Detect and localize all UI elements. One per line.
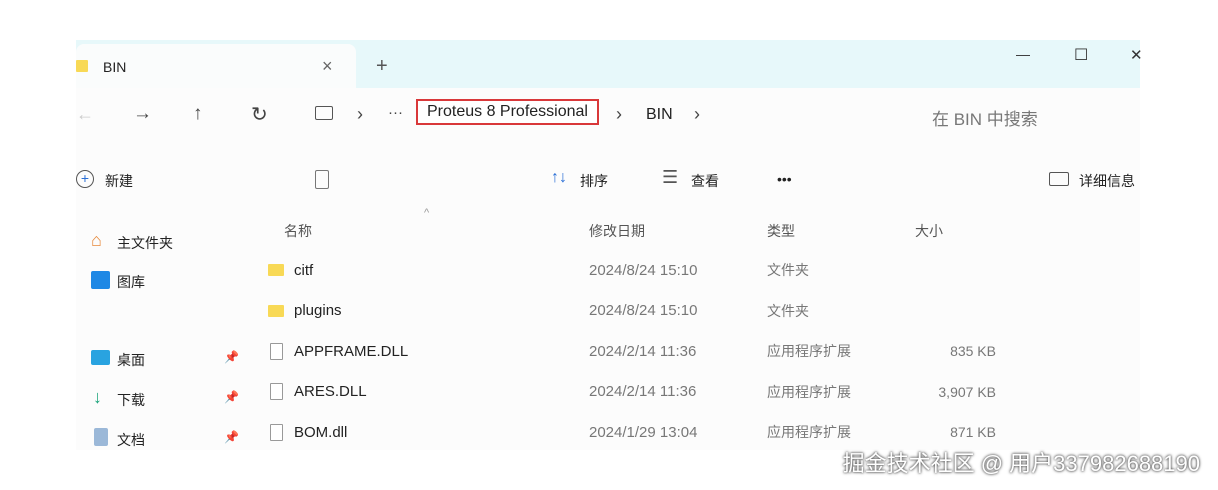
file-row[interactable]: APPFRAME.DLL 2024/2/14 11:36 应用程序扩展 835 KB (268, 339, 1008, 363)
column-header-size[interactable]: 大小 (915, 221, 943, 241)
folder-icon (268, 264, 284, 276)
dll-file-icon (270, 342, 283, 360)
minimize-button[interactable]: — (1016, 46, 1030, 62)
view-button[interactable]: 查看 (691, 171, 719, 191)
file-name: citf (294, 261, 314, 279)
column-header-type[interactable]: 类型 (767, 221, 795, 241)
file-date: 2024/1/29 13:04 (589, 423, 698, 441)
details-pane-icon (1049, 172, 1069, 186)
file-date: 2024/8/24 15:10 (589, 261, 698, 279)
sort-ascending-icon: ^ (424, 207, 430, 219)
file-type: 应用程序扩展 (767, 343, 851, 359)
pin-icon[interactable]: 📌 (224, 430, 239, 444)
dll-file-icon (270, 423, 283, 441)
breadcrumb-overflow-button[interactable]: ··· (388, 104, 403, 121)
folder-icon (268, 304, 284, 317)
breadcrumb-bin[interactable]: BIN (646, 106, 673, 124)
file-row[interactable]: plugins 2024/8/24 15:10 文件夹 (268, 299, 1008, 323)
desktop-icon (91, 350, 110, 365)
column-header-name[interactable]: 名称 (284, 221, 312, 241)
breadcrumb-separator: › (357, 104, 363, 124)
file-size: 835 KB (950, 343, 996, 359)
file-size: 3,907 KB (938, 383, 996, 400)
sidebar-item-desktop[interactable]: 桌面 (117, 350, 145, 370)
new-button[interactable]: 新建 (105, 171, 133, 191)
tab-close-button[interactable]: × (322, 56, 333, 77)
file-row[interactable]: citf 2024/8/24 15:10 文件夹 (268, 258, 1008, 282)
file-type: 文件夹 (767, 302, 809, 319)
maximize-button[interactable]: ☐ (1074, 45, 1088, 65)
file-type: 应用程序扩展 (767, 424, 851, 440)
sort-button[interactable]: 排序 (580, 171, 608, 191)
file-name: plugins (294, 302, 342, 319)
tab-title: BIN (103, 59, 127, 75)
file-date: 2024/8/24 15:10 (589, 302, 698, 319)
details-button[interactable]: 详细信息 (1079, 171, 1135, 191)
new-icon: + (76, 170, 94, 188)
sort-icon: ↑↓ (551, 169, 567, 186)
pin-icon[interactable]: 📌 (224, 350, 239, 364)
sidebar-item-home[interactable]: 主文件夹 (117, 233, 173, 253)
breadcrumb-separator: › (616, 104, 622, 124)
file-name: BOM.dll (294, 423, 348, 441)
file-date: 2024/2/14 11:36 (589, 342, 697, 360)
computer-icon[interactable] (315, 106, 333, 120)
folder-icon (76, 60, 88, 72)
watermark: 掘金技术社区 @ 用户337982688190 (842, 451, 1200, 476)
file-name: ARES.DLL (294, 383, 367, 400)
file-row[interactable]: BOM.dll 2024/1/29 13:04 应用程序扩展 871 KB (268, 420, 1008, 444)
sidebar-item-downloads[interactable]: 下载 (117, 390, 145, 410)
download-icon: ↓ (93, 387, 102, 407)
pin-icon[interactable]: 📌 (224, 390, 239, 404)
file-date: 2024/2/14 11:36 (589, 383, 697, 400)
file-row[interactable]: ARES.DLL 2024/2/14 11:36 应用程序扩展 3,907 KB (268, 380, 1008, 404)
paste-icon[interactable] (315, 170, 329, 189)
file-type: 应用程序扩展 (767, 383, 851, 400)
home-icon: ⌂ (91, 230, 102, 250)
new-tab-button[interactable]: + (376, 55, 388, 78)
more-options-button[interactable]: ••• (777, 171, 792, 187)
file-name: APPFRAME.DLL (294, 342, 409, 360)
back-button[interactable]: ← (76, 104, 94, 125)
column-header-date[interactable]: 修改日期 (589, 221, 645, 241)
sidebar-item-documents[interactable]: 文档 (117, 430, 145, 450)
dll-file-icon (270, 383, 283, 400)
file-type: 文件夹 (767, 262, 809, 278)
sidebar-item-gallery[interactable]: 图库 (117, 272, 145, 292)
gallery-icon (91, 271, 110, 289)
document-icon (94, 428, 108, 446)
breadcrumb-proteus[interactable]: Proteus 8 Professional (416, 99, 599, 125)
search-input[interactable]: 在 BIN 中搜索 (932, 105, 1038, 130)
refresh-button[interactable]: ↻ (251, 102, 268, 127)
forward-button[interactable]: → (133, 103, 152, 125)
view-icon: ☰ (662, 167, 679, 187)
up-button[interactable]: ↑ (193, 103, 203, 125)
file-size: 871 KB (950, 424, 996, 440)
breadcrumb-separator: › (694, 104, 700, 124)
close-window-button[interactable]: ✕ (1130, 46, 1143, 64)
